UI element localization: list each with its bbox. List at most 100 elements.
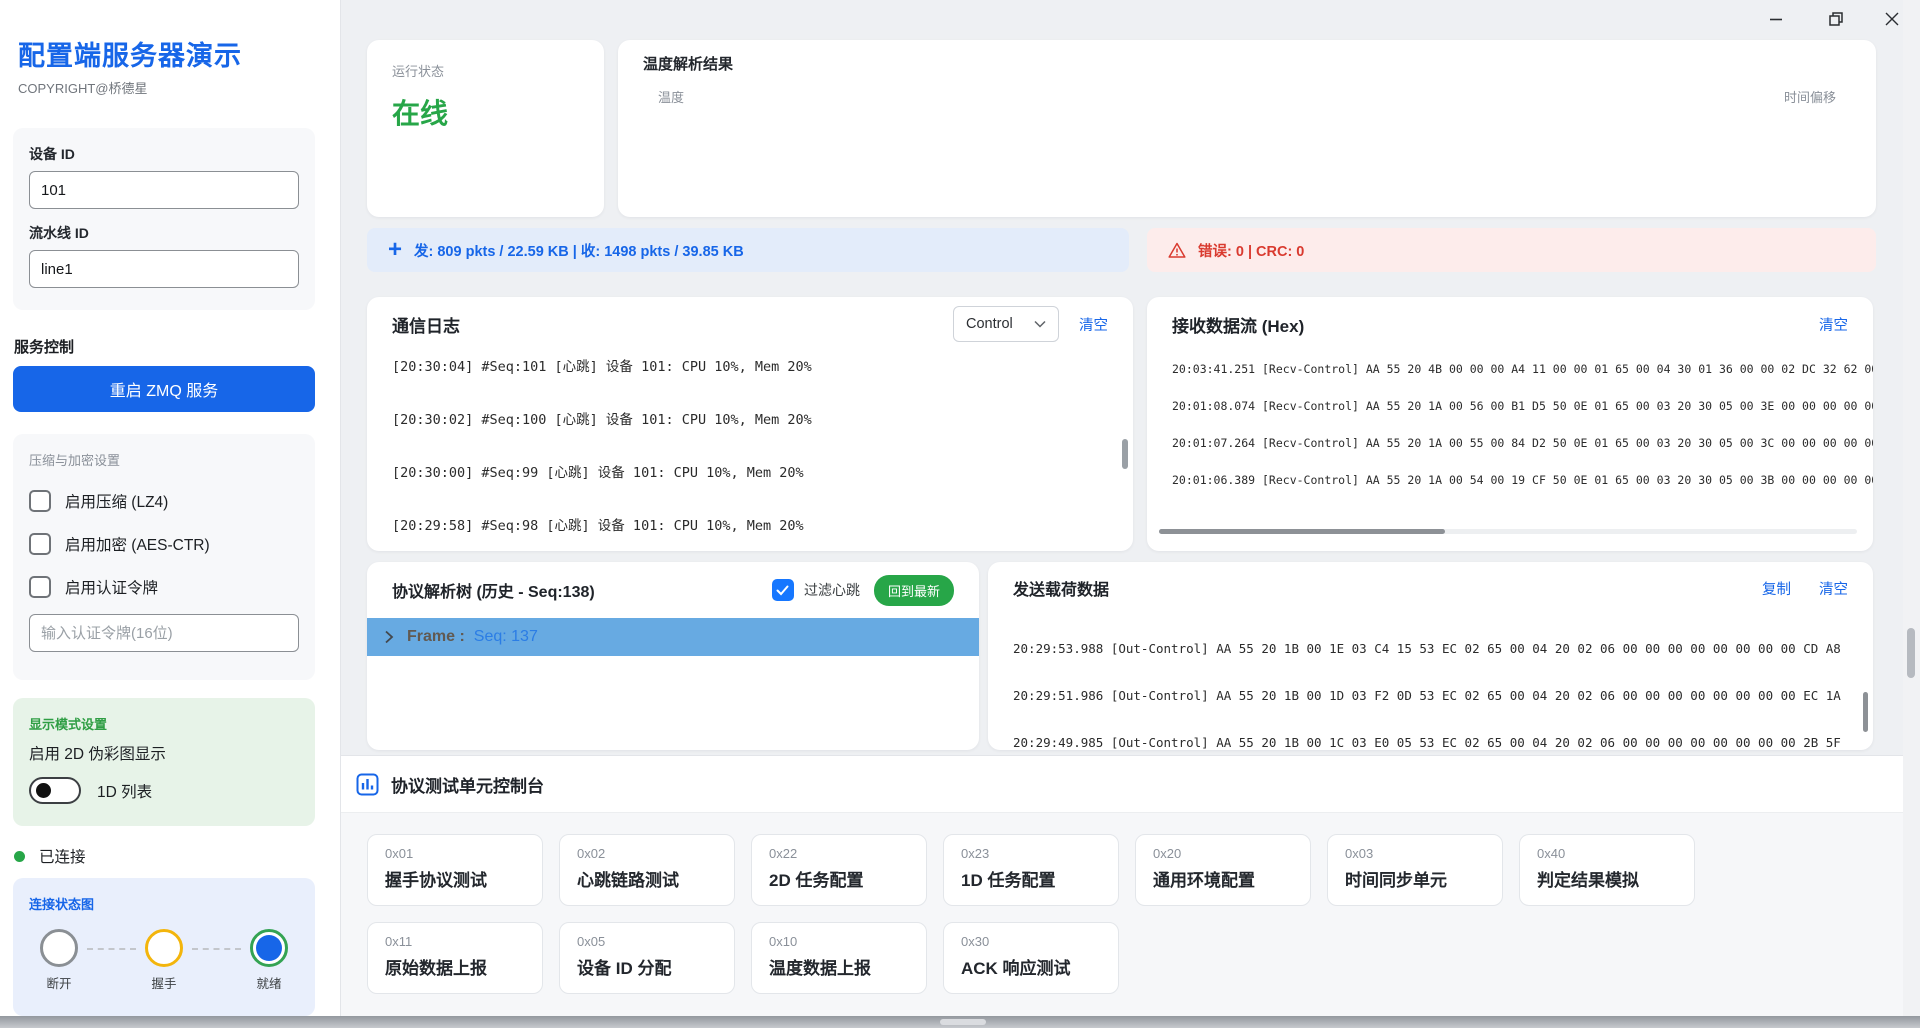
connection-status-text: 已连接 (39, 845, 86, 867)
compression-heading: 压缩与加密设置 (29, 450, 299, 469)
protocol-card-judge-sim[interactable]: 0x40 判定结果模拟 (1519, 834, 1695, 906)
protocol-card-handshake[interactable]: 0x01 握手协议测试 (367, 834, 543, 906)
protocol-card-temp-report[interactable]: 0x10 温度数据上报 (751, 922, 927, 994)
page-scrollbar-thumb[interactable] (1907, 628, 1915, 678)
comm-log-scrollbar[interactable] (1122, 439, 1128, 469)
comm-log-content: [20:30:04] #Seq:101 [心跳] 设备 101: CPU 10%… (367, 351, 1133, 551)
hex-line: 20:01:08.074 [Recv-Control] AA 55 20 1A … (1172, 388, 1848, 425)
protocol-card-title: 温度数据上报 (769, 954, 909, 979)
taskbar-strip (0, 1016, 1920, 1028)
minimize-button[interactable] (1758, 4, 1794, 34)
comm-log-title: 通信日志 (392, 312, 953, 337)
copyright-text: COPYRIGHT@桥德星 (18, 78, 147, 97)
connection-diagram-heading: 连接状态图 (29, 894, 299, 913)
comm-log-clear-button[interactable]: 清空 (1079, 314, 1108, 335)
protocol-card-env-config[interactable]: 0x20 通用环境配置 (1135, 834, 1311, 906)
payload-line: 20:29:49.985 [Out-Control] AA 55 20 1B 0… (1013, 719, 1848, 750)
pipeline-id-input[interactable] (29, 250, 299, 288)
step-handshake: 握手 (136, 929, 192, 992)
minimize-icon (1768, 11, 1784, 27)
step-ready-label: 就绪 (256, 973, 281, 992)
protocol-code: 0x23 (961, 846, 1101, 861)
run-status-card: 运行状态 在线 (367, 40, 604, 217)
enable-auth-token-checkbox[interactable] (29, 576, 51, 598)
frame-tree-row[interactable]: Frame : Seq: 137 (367, 618, 979, 656)
error-stats-bar: 错误: 0 | CRC: 0 (1147, 228, 1876, 272)
recv-stream-clear-button[interactable]: 清空 (1819, 314, 1848, 335)
enable-encryption-label: 启用加密 (AES-CTR) (65, 533, 210, 555)
send-payload-scrollbar[interactable] (1863, 692, 1868, 732)
restart-zmq-button[interactable]: 重启 ZMQ 服务 (13, 366, 315, 412)
protocol-card-time-sync[interactable]: 0x03 时间同步单元 (1327, 834, 1503, 906)
auth-token-option-row: 启用认证令牌 (29, 576, 299, 598)
filter-heartbeat-label: 过滤心跳 (804, 580, 860, 600)
id-settings-card: 设备 ID 流水线 ID (13, 128, 315, 310)
display-mode-toggle[interactable] (29, 777, 81, 804)
protocol-card-heartbeat[interactable]: 0x02 心跳链路测试 (559, 834, 735, 906)
protocol-card-title: 判定结果模拟 (1537, 866, 1677, 891)
console-title: 协议测试单元控制台 (391, 772, 544, 797)
recv-hscrollbar-thumb[interactable] (1159, 529, 1445, 534)
step-disconnected: 断开 (31, 929, 87, 992)
protocol-card-title: ACK 响应测试 (961, 954, 1101, 979)
compression-settings-card: 压缩与加密设置 启用压缩 (LZ4) 启用加密 (AES-CTR) 启用认证令牌 (13, 434, 315, 680)
protocol-card-title: 握手协议测试 (385, 866, 525, 891)
restore-button[interactable] (1818, 4, 1854, 34)
protocol-card-grid: 0x01 握手协议测试 0x02 心跳链路测试 0x22 2D 任务配置 0x2… (341, 813, 1761, 994)
temperature-chart-card: 温度解析结果 温度 时间偏移 (618, 40, 1876, 217)
restore-icon (1828, 11, 1844, 27)
protocol-card-ack-test[interactable]: 0x30 ACK 响应测试 (943, 922, 1119, 994)
protocol-card-1d-task[interactable]: 0x23 1D 任务配置 (943, 834, 1119, 906)
payload-line: 20:29:55.989 [Out-Control] AA 55 20 1B 0… (1013, 614, 1848, 625)
run-status-value: 在线 (392, 92, 579, 132)
payload-line: 20:29:53.988 [Out-Control] AA 55 20 1B 0… (1013, 625, 1848, 672)
protocol-test-console: 协议测试单元控制台 0x01 握手协议测试 0x02 心跳链路测试 0x22 2… (341, 755, 1920, 1016)
protocol-card-2d-task[interactable]: 0x22 2D 任务配置 (751, 834, 927, 906)
send-payload-copy-button[interactable]: 复制 (1762, 578, 1791, 599)
connection-status-row: 已连接 (14, 845, 86, 867)
run-status-label: 运行状态 (392, 61, 579, 80)
parse-tree-panel: 协议解析树 (历史 - Seq:138) 过滤心跳 回到最新 Frame : S… (367, 562, 979, 750)
protocol-code: 0x01 (385, 846, 525, 861)
time-offset-axis-label: 时间偏移 (1784, 87, 1836, 106)
protocol-card-title: 通用环境配置 (1153, 866, 1293, 891)
frame-label: Frame : (407, 628, 465, 646)
enable-compression-checkbox[interactable] (29, 490, 51, 512)
step-handshake-label: 握手 (151, 973, 176, 992)
pipeline-id-label: 流水线 ID (29, 223, 299, 243)
enable-encryption-checkbox[interactable] (29, 533, 51, 555)
enable-compression-label: 启用压缩 (LZ4) (65, 490, 168, 512)
enable-auth-token-label: 启用认证令牌 (65, 576, 158, 598)
recv-stream-content: 20:03:41.251 [Recv-Control] AA 55 20 4B … (1147, 351, 1873, 539)
parse-tree-title: 协议解析树 (历史 - Seq:138) (392, 578, 772, 602)
device-id-input[interactable] (29, 171, 299, 209)
protocol-card-device-id[interactable]: 0x05 设备 ID 分配 (559, 922, 735, 994)
display-mode-card: 显示模式设置 启用 2D 伪彩图显示 1D 列表 (13, 698, 315, 826)
step-disconnected-circle-icon (40, 929, 78, 967)
app-window: 配置端服务器演示 COPYRIGHT@桥德星 设备 ID 流水线 ID 服务控制… (0, 0, 1920, 1028)
step-ready-circle-icon (250, 929, 288, 967)
temperature-series-label: 温度 (658, 87, 684, 106)
close-icon (1884, 11, 1900, 27)
app-title: 配置端服务器演示 (18, 34, 242, 73)
log-filter-select[interactable]: Control (953, 306, 1059, 342)
bar-chart-icon (356, 773, 379, 796)
hex-line: 20:01:07.264 [Recv-Control] AA 55 20 1A … (1172, 425, 1848, 462)
step-disconnected-label: 断开 (46, 973, 71, 992)
temperature-card-title: 温度解析结果 (643, 53, 1851, 74)
send-payload-content: 20:29:55.989 [Out-Control] AA 55 20 1B 0… (988, 614, 1873, 750)
auth-token-input[interactable] (29, 614, 299, 652)
toggle-knob (36, 783, 51, 798)
filter-heartbeat-checkbox[interactable] (772, 579, 794, 601)
connection-stepper: 断开 握手 就绪 (31, 929, 297, 992)
send-payload-clear-button[interactable]: 清空 (1819, 578, 1848, 599)
compression-option-row: 启用压缩 (LZ4) (29, 490, 299, 512)
step-ready: 就绪 (241, 929, 297, 992)
display-mode-description: 启用 2D 伪彩图显示 (29, 742, 299, 764)
warning-icon (1168, 242, 1186, 259)
protocol-card-raw-report[interactable]: 0x11 原始数据上报 (367, 922, 543, 994)
log-line: [20:29:58] #Seq:98 [心跳] 设备 101: CPU 10%,… (392, 500, 1108, 551)
back-to-latest-button[interactable]: 回到最新 (874, 575, 954, 606)
protocol-card-title: 设备 ID 分配 (577, 954, 717, 979)
check-icon (776, 585, 789, 596)
